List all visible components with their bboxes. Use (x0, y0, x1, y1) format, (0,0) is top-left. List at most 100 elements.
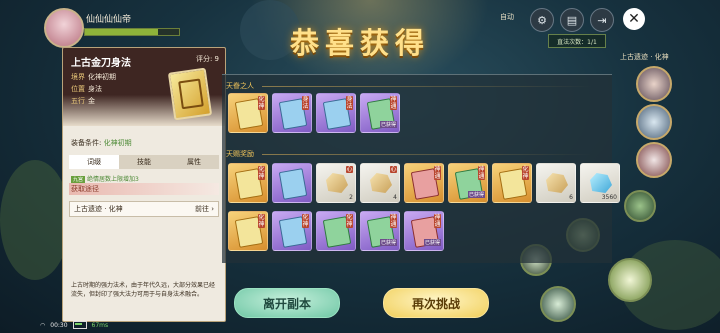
hero-portrait[interactable] (636, 66, 672, 102)
obtain-source: 上古遗迹 · 化神 (74, 205, 123, 213)
reward-item[interactable]: 神通已获得 (360, 93, 400, 133)
equip-value: 化神初期 (103, 139, 132, 147)
item-count: 2 (349, 194, 353, 201)
card-tabs: 词缀 技能 属性 (69, 155, 219, 169)
reward-item[interactable]: 化神 (228, 163, 268, 203)
attr-key: 境界 (71, 73, 85, 81)
attr-key: 五行 (71, 97, 85, 105)
section-divider (262, 86, 592, 87)
item-type-tag: 神通 (434, 214, 441, 228)
reward-item[interactable]: 心2 (316, 163, 356, 203)
card-header: 上古金刀身法 评分: 9 境界 化神初期 位置 身法 五行金 (63, 48, 225, 126)
item-type-tag: 神通 (478, 166, 485, 180)
attr-value: 化神初期 (88, 73, 116, 81)
reward-item[interactable]: 神通 已获得 (360, 211, 400, 251)
section-divider (262, 154, 592, 155)
attr-position: 位置 身法 (71, 84, 102, 94)
gear-icon[interactable]: ⚙ (530, 8, 554, 32)
attr-realm: 境界 化神初期 (71, 72, 116, 82)
chevron-right-icon: › (211, 205, 214, 213)
item-type-tag: 化神 (258, 166, 265, 180)
attr-value: 金 (88, 97, 95, 105)
skill-book-icon (278, 168, 308, 200)
item-type-tag: 神通 (434, 166, 441, 180)
section-gift: 天赐奖励 (226, 150, 254, 158)
auto-label[interactable]: 自动 (500, 12, 514, 22)
leave-dungeon-button[interactable]: 离开副本 (234, 288, 340, 318)
tab-affix[interactable]: 词缀 (69, 155, 119, 169)
item-type-tag: 化神 (346, 214, 353, 228)
reward-item[interactable]: 心4 (360, 163, 400, 203)
obtained-badge: 已获得 (467, 191, 485, 198)
reward-item[interactable]: 化神 (316, 211, 356, 251)
reward-item[interactable]: 身法 (316, 93, 356, 133)
affix-bonus: 九宫 绝情居数上限增加3 (71, 174, 139, 183)
item-name: 上古金刀身法 (71, 58, 131, 69)
player-avatar[interactable] (44, 8, 84, 48)
coral-decoration (0, 160, 70, 280)
reward-item[interactable] (272, 163, 312, 203)
obtained-badge: 已获得 (379, 121, 397, 128)
exit-icon[interactable]: ⇥ (590, 8, 614, 32)
skill-book-icon (167, 67, 213, 121)
item-type-tag: 化神 (522, 166, 529, 180)
skill-button[interactable] (540, 286, 576, 322)
item-description: 上古时期的强力法术，由于年代久远，大部分效果已经流失，但封印了强大法力可用于与自… (71, 282, 216, 298)
item-type-tag: 神通 (390, 96, 397, 110)
item-type-tag: 身法 (302, 96, 309, 110)
reward-item[interactable]: 6 (536, 163, 576, 203)
reward-item[interactable]: 身法 (272, 93, 312, 133)
attr-value: 身法 (88, 85, 102, 93)
reward-item[interactable]: 化神 (492, 163, 532, 203)
clock-time: 00:30 (50, 321, 68, 329)
reward-item[interactable]: 3560 (580, 163, 620, 203)
battery-icon (72, 321, 87, 329)
goto-label: 前往 (194, 205, 209, 213)
tab-attribute[interactable]: 属性 (169, 155, 219, 169)
player-name: 仙仙仙仙帝 (86, 15, 132, 25)
item-type-tag: 化神 (258, 96, 265, 110)
goto-link[interactable]: 前往 › (195, 204, 214, 214)
reward-item[interactable]: 化神 (228, 93, 268, 133)
challenge-count: 直法次数：1/1 (548, 34, 606, 48)
hp-fill (85, 29, 159, 35)
reward-item[interactable]: 神通已获得 (448, 163, 488, 203)
item-count: 3560 (601, 194, 617, 201)
retry-challenge-button[interactable]: 再次挑战 (383, 288, 489, 318)
reward-item[interactable]: 化神 (272, 211, 312, 251)
wifi-icon: ◠ (40, 321, 46, 329)
material-icon (370, 173, 392, 193)
reward-item[interactable]: 化神 (228, 211, 268, 251)
item-score: 评分: 9 (195, 55, 219, 63)
hero-portrait[interactable] (636, 142, 672, 178)
player-hp-bar (84, 28, 180, 36)
obtain-header: 获取途径 (69, 183, 219, 195)
reward-item[interactable]: 神通已获得 (404, 211, 444, 251)
status-bar: ◠ 00:30 67ms (40, 321, 108, 329)
attr-element: 五行金 (71, 96, 95, 106)
item-type-tag: 心 (346, 166, 353, 173)
skill-button[interactable] (624, 190, 656, 222)
item-type-tag: 身法 (346, 96, 353, 110)
item-detail-card: 上古金刀身法 评分: 9 境界 化神初期 位置 身法 五行金 装备条件: 化神初期 … (62, 47, 226, 322)
section-favored: 天眷之人 (226, 82, 254, 90)
equip-condition: 装备条件: 化神初期 (71, 138, 132, 148)
material-icon (546, 173, 568, 193)
tab-skill[interactable]: 技能 (119, 155, 169, 169)
obtained-badge: 已获得 (423, 239, 441, 246)
obtain-source-row[interactable]: 上古遗迹 · 化神 前往 › (69, 201, 219, 217)
item-type-tag: 化神 (258, 214, 265, 228)
bonus-tag: 九宫 (71, 176, 86, 183)
close-icon[interactable]: ✕ (623, 8, 645, 30)
location-label: 上古遗迹 · 化神 (620, 53, 669, 61)
bonus-text: 绝情居数上限增加3 (87, 176, 139, 183)
reward-panel: 天眷之人 化神 身法 身法 神通 已获得 天赐奖励 化神心 2 心 4 神通 神通 已获得 化神 6 35… (222, 74, 620, 263)
reward-item[interactable]: 神通 (404, 163, 444, 203)
item-type-tag: 神通 (390, 214, 397, 228)
hero-portrait[interactable] (636, 104, 672, 140)
skill-button[interactable] (608, 258, 652, 302)
chart-icon[interactable]: ▤ (560, 8, 584, 32)
latency: 67ms (91, 321, 109, 329)
material-icon (326, 173, 348, 193)
item-count: 4 (393, 194, 397, 201)
